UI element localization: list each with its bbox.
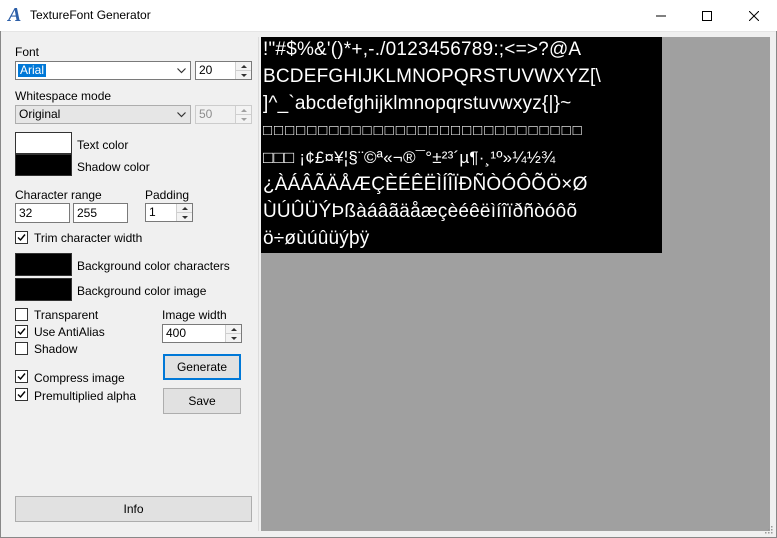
padding-spinner[interactable]	[176, 204, 192, 221]
font-select[interactable]: Arial	[15, 61, 191, 80]
padding-stepper[interactable]: 1	[145, 203, 193, 222]
glyph-row: !"#$%&'()*+,-./0123456789:;<=>?@A	[263, 39, 582, 60]
range-from-input[interactable]: 32	[15, 203, 70, 223]
transparent-label: Transparent	[34, 308, 99, 322]
whitespace-mode-value: Original	[19, 107, 61, 121]
font-name-value: Arial	[18, 63, 47, 77]
glyph-row: ÙÚÛÜÝÞßàáâãäåæçèéêëìíîïðñòóôõ	[263, 201, 578, 222]
image-width-spinner[interactable]	[225, 325, 241, 342]
maximize-icon	[702, 10, 712, 21]
app-icon: A	[8, 4, 22, 26]
panel-divider	[258, 37, 259, 531]
range-to-input[interactable]: 255	[73, 203, 128, 223]
spin-down-icon[interactable]	[236, 71, 251, 79]
font-label: Font	[15, 45, 40, 59]
padding-value: 1	[149, 205, 156, 219]
image-width-label: Image width	[162, 308, 227, 322]
checkmark-icon	[17, 234, 26, 242]
checkmark-icon	[17, 373, 26, 381]
window-border-left	[0, 31, 1, 538]
glyph-row: BCDEFGHIJKLMNOPQRSTUVWXYZ[\	[263, 66, 601, 87]
image-width-stepper[interactable]: 400	[162, 324, 242, 343]
chevron-down-icon	[174, 64, 188, 77]
glyph-row: □□□ ¡¢£¤¥¦§¨©ª«¬®¯°±²³´µ¶·¸¹º»¼½¾	[263, 148, 556, 167]
antialias-label: Use AntiAlias	[34, 325, 105, 339]
glyph-row: ¿ÀÁÂÃÄÅÆÇÈÉÊËÌÍÎÏÐÑÒÓÔÕÖ×Ø	[263, 174, 588, 195]
whitespace-value: 50	[199, 107, 213, 121]
shadow-label: Shadow	[34, 342, 78, 356]
spin-up-icon[interactable]	[226, 325, 241, 334]
whitespace-value-stepper[interactable]: 50	[195, 105, 252, 124]
resize-grip-icon[interactable]	[763, 524, 773, 534]
checkmark-icon	[17, 328, 26, 336]
background-chars-label: Background color characters	[77, 259, 230, 273]
spin-down-icon[interactable]	[226, 334, 241, 342]
premultiplied-alpha-label: Premultiplied alpha	[34, 389, 137, 403]
spin-down-icon[interactable]	[236, 115, 251, 123]
spin-up-icon[interactable]	[177, 204, 192, 213]
glyph-row: ]^_`abcdefghijklmnopqrstuvwxyz{|}~	[263, 93, 572, 114]
minimize-icon	[656, 15, 666, 16]
text-color-label: Text color	[77, 138, 129, 152]
range-to-value: 255	[77, 206, 98, 220]
compress-image-label: Compress image	[34, 371, 125, 385]
shadow-checkbox[interactable]	[15, 342, 28, 355]
compress-image-checkbox[interactable]	[15, 370, 28, 383]
spin-up-icon[interactable]	[236, 106, 251, 115]
padding-label: Padding	[145, 188, 190, 202]
window-title: TextureFont Generator	[30, 8, 151, 22]
generate-button[interactable]: Generate	[163, 354, 241, 380]
chevron-down-icon	[174, 108, 188, 121]
font-size-value: 20	[199, 63, 213, 77]
title-bar: A TextureFont Generator	[0, 0, 777, 32]
font-size-spinner[interactable]	[235, 62, 251, 79]
whitespace-select[interactable]: Original	[15, 105, 191, 124]
premultiplied-alpha-checkbox[interactable]	[15, 388, 28, 401]
info-button[interactable]: Info	[15, 496, 252, 522]
glyph-row: □□□□□□□□□□□□□□□□□□□□□□□□□□□□□	[263, 122, 584, 139]
shadow-color-swatch[interactable]	[15, 154, 72, 176]
whitespace-label: Whitespace mode	[15, 89, 112, 103]
character-range-label: Character range	[15, 188, 102, 202]
maximize-button[interactable]	[684, 0, 730, 31]
background-chars-color-swatch[interactable]	[15, 253, 72, 276]
checkmark-icon	[17, 391, 26, 399]
antialias-checkbox[interactable]	[15, 325, 28, 338]
spin-down-icon[interactable]	[177, 213, 192, 221]
close-icon	[749, 10, 759, 21]
save-button[interactable]: Save	[163, 388, 241, 414]
image-width-value: 400	[166, 326, 187, 340]
background-image-label: Background color image	[77, 284, 207, 298]
font-size-stepper[interactable]: 20	[195, 61, 252, 80]
trim-width-checkbox[interactable]	[15, 231, 28, 244]
spin-up-icon[interactable]	[236, 62, 251, 71]
whitespace-spinner[interactable]	[235, 106, 251, 123]
transparent-checkbox[interactable]	[15, 308, 28, 321]
shadow-color-label: Shadow color	[77, 160, 150, 174]
text-color-swatch[interactable]	[15, 132, 72, 154]
minimize-button[interactable]	[638, 0, 684, 31]
background-image-color-swatch[interactable]	[15, 278, 72, 301]
trim-width-label: Trim character width	[34, 231, 143, 245]
close-button[interactable]	[731, 0, 777, 31]
glyph-row: ö÷øùúûüýþÿ	[263, 228, 370, 249]
range-from-value: 32	[19, 206, 33, 220]
font-texture-preview: !"#$%&'()*+,-./0123456789:;<=>?@A BCDEFG…	[261, 37, 662, 253]
